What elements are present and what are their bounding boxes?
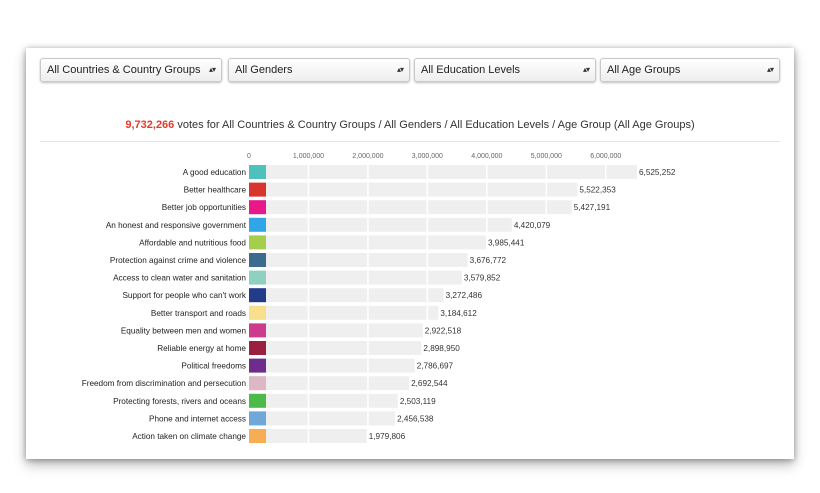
value-label: 2,503,119	[400, 397, 436, 406]
value-label: 5,427,191	[574, 203, 611, 212]
category-label: Better transport and roads	[151, 309, 246, 318]
bar	[249, 270, 462, 285]
category-swatch	[249, 182, 266, 197]
bar	[249, 305, 439, 320]
bar	[249, 358, 415, 373]
value-label: 3,184,612	[440, 309, 477, 318]
x-tick-label: 5,000,000	[531, 153, 562, 160]
category-swatch	[249, 323, 266, 338]
bar	[249, 253, 468, 267]
value-label: 3,272,486	[446, 291, 483, 300]
x-tick-label: 0	[247, 153, 251, 160]
category-swatch	[249, 411, 266, 426]
category-label: Support for people who can't work	[122, 291, 246, 300]
category-swatch	[249, 217, 266, 232]
x-tick-label: 1,000,000	[293, 153, 324, 160]
bar	[249, 182, 578, 197]
bar	[249, 393, 398, 408]
category-swatch	[249, 288, 266, 303]
category-swatch	[249, 270, 266, 285]
bar	[249, 323, 423, 338]
category-swatch	[249, 341, 266, 355]
value-label: 2,456,538	[397, 414, 434, 423]
x-tick-label: 4,000,000	[471, 153, 502, 160]
value-label: 1,979,806	[369, 432, 406, 441]
value-label: 2,922,518	[425, 326, 462, 335]
category-swatch	[249, 393, 266, 408]
category-label: Better job opportunities	[162, 203, 246, 212]
category-label: Action taken on climate change	[132, 432, 246, 441]
category-label: A good education	[183, 168, 247, 177]
category-label: Protection against crime and violence	[110, 256, 247, 265]
category-swatch	[249, 165, 266, 179]
value-label: 3,579,852	[464, 274, 501, 283]
category-label: Better healthcare	[184, 186, 247, 195]
x-tick-label: 6,000,000	[590, 153, 621, 160]
category-label: Political freedoms	[181, 362, 246, 371]
value-label: 3,985,441	[488, 238, 525, 247]
category-swatch	[249, 200, 266, 215]
category-swatch	[249, 253, 266, 267]
bar	[249, 288, 444, 303]
category-label: Equality between men and women	[121, 326, 247, 335]
category-label: Freedom from discrimination and persecut…	[82, 379, 247, 388]
category-swatch	[249, 376, 266, 391]
category-label: Access to clean water and sanitation	[113, 274, 246, 283]
category-label: Reliable energy at home	[157, 344, 246, 353]
bar	[249, 200, 572, 215]
category-swatch	[249, 358, 266, 373]
category-label: An honest and responsive government	[106, 221, 247, 230]
category-label: Affordable and nutritious food	[139, 238, 246, 247]
value-label: 4,420,079	[514, 221, 551, 230]
category-swatch	[249, 305, 266, 320]
category-label: Phone and internet access	[149, 414, 246, 423]
bar	[249, 411, 396, 426]
bar	[249, 165, 637, 179]
value-label: 2,692,544	[411, 379, 448, 388]
value-label: 2,898,950	[423, 344, 460, 353]
category-swatch	[249, 235, 266, 250]
bar	[249, 376, 410, 391]
bar	[249, 217, 512, 232]
value-label: 5,522,353	[579, 186, 616, 195]
votes-panel: All Countries & Country Groups ▴▾ All Ge…	[26, 48, 794, 459]
bar	[249, 341, 422, 355]
votes-bar-chart: 0 1,000,000 2,000,000 3,000,000 4,000,000 5,0…	[82, 153, 676, 447]
x-tick-label: 3,000,000	[412, 153, 443, 160]
category-label: Protecting forests, rivers and oceans	[113, 397, 246, 406]
category-swatch	[249, 429, 266, 443]
x-tick-label: 2,000,000	[352, 153, 383, 160]
value-label: 2,786,697	[417, 362, 454, 371]
value-label: 3,676,772	[470, 256, 507, 265]
value-label: 6,525,252	[639, 168, 676, 177]
